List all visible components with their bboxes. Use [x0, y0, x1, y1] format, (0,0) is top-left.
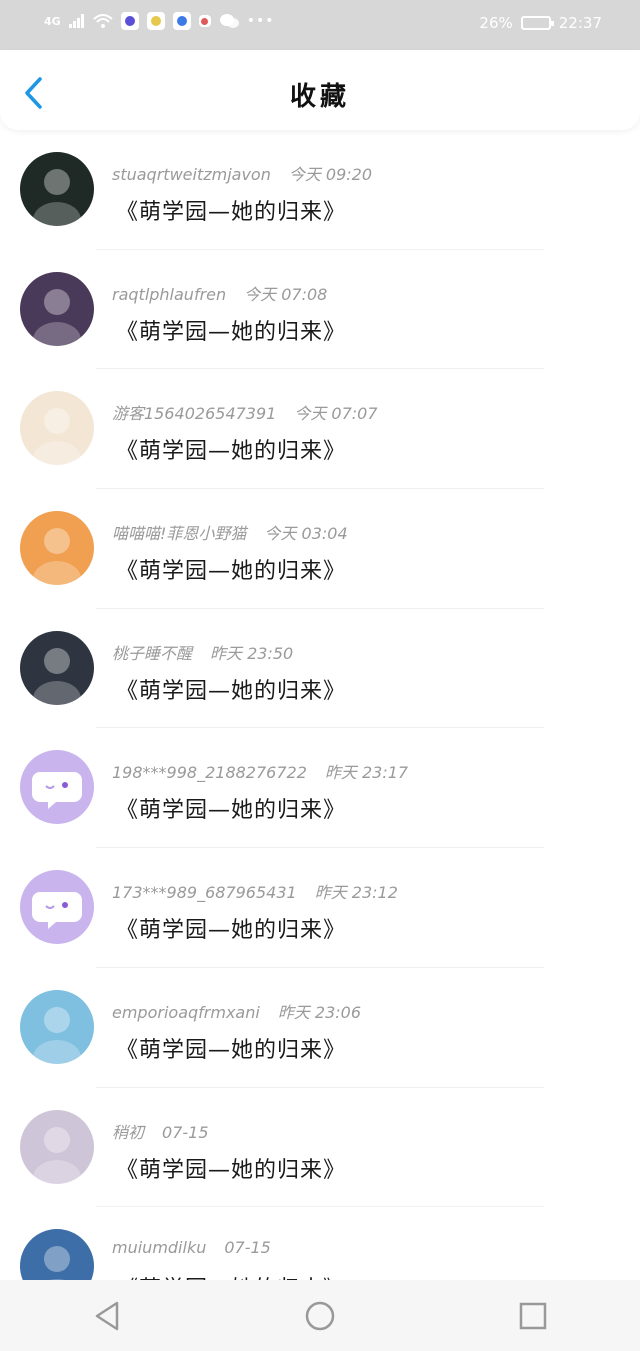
item-title[interactable]: 《萌学园—她的归来》	[116, 912, 346, 944]
avatar[interactable]	[20, 750, 94, 825]
back-nav-button[interactable]	[87, 1296, 127, 1336]
list-item[interactable]: 游客1564026547391 今天 07:07 《萌学园—她的归来》	[0, 369, 640, 490]
item-title[interactable]: 《萌学园—她的归来》	[116, 1271, 346, 1280]
username[interactable]: 173***989_687965431	[112, 883, 297, 902]
list-item[interactable]: 173***989_687965431 昨天 23:12 《萌学园—她的归来》	[0, 848, 640, 968]
item-meta: 198***998_2188276722 昨天 23:17	[112, 759, 408, 783]
list-item[interactable]: 喵喵喵!菲恩小野猫 今天 03:04 《萌学园—她的归来》	[0, 489, 640, 609]
favorites-list: stuaqrtweitzmjavon 今天 09:20 《萌学园—她的归来》 raqt…	[0, 130, 640, 1280]
app-icon	[198, 15, 211, 27]
clock: 22:37	[558, 14, 602, 32]
wechat-icon	[219, 14, 239, 28]
back-triangle-icon	[95, 1301, 118, 1330]
item-meta: 游客1564026547391 今天 07:07	[112, 400, 378, 424]
username[interactable]: 稍初	[112, 1123, 144, 1142]
timestamp: 07-15	[224, 1238, 271, 1258]
item-meta: 173***989_687965431 昨天 23:12	[112, 879, 398, 903]
home-nav-button[interactable]	[300, 1296, 340, 1336]
wifi-icon	[93, 14, 113, 28]
avatar[interactable]	[20, 870, 94, 945]
profile-photo-icon	[33, 288, 81, 346]
list-item[interactable]: muiumdilku 07-15 《萌学园—她的归来》	[0, 1207, 640, 1280]
username[interactable]: 桃子睡不醒	[112, 644, 192, 663]
timestamp: 昨天 23:17	[324, 763, 409, 783]
signal-icon	[68, 14, 84, 28]
item-title[interactable]: 《萌学园—她的归来》	[116, 1152, 346, 1184]
avatar[interactable]	[20, 989, 94, 1064]
battery-percent: 26%	[479, 14, 513, 32]
avatar[interactable]	[20, 1229, 94, 1280]
default-avatar-icon	[32, 772, 82, 810]
item-meta: stuaqrtweitzmjavon 今天 09:20	[112, 161, 372, 185]
status-right: 26% 22:37	[479, 14, 602, 32]
list-item[interactable]: 稍初 07-15 《萌学园—她的归来》	[0, 1088, 640, 1208]
timestamp: 今天 07:08	[244, 284, 328, 304]
item-meta: emporioaqfrmxani 昨天 23:06	[112, 999, 361, 1023]
username[interactable]: muiumdilku	[112, 1238, 206, 1257]
profile-photo-icon	[33, 1126, 81, 1184]
item-meta: 稍初 07-15	[112, 1119, 209, 1143]
network-label: 4G	[44, 14, 61, 28]
list-item[interactable]: 桃子睡不醒 昨天 23:50 《萌学园—她的归来》	[0, 609, 640, 729]
item-meta: 桃子睡不醒 昨天 23:50	[112, 640, 293, 664]
avatar[interactable]	[20, 152, 94, 226]
username[interactable]: 喵喵喵!菲恩小野猫	[112, 524, 246, 543]
avatar[interactable]	[20, 511, 94, 586]
item-title[interactable]: 《萌学园—她的归来》	[116, 1032, 346, 1064]
recents-nav-button[interactable]	[513, 1296, 553, 1336]
profile-photo-icon	[33, 169, 81, 226]
status-icons: 4G •••	[44, 12, 274, 30]
avatar[interactable]	[20, 271, 94, 346]
avatar[interactable]	[20, 391, 94, 466]
page-title: 收藏	[289, 82, 350, 112]
list-item[interactable]: raqtlphlaufren 今天 07:08 《萌学园—她的归来》	[0, 250, 640, 370]
username[interactable]: 游客1564026547391	[112, 404, 276, 423]
timestamp: 07-15	[162, 1122, 209, 1142]
timestamp: 昨天 23:12	[314, 883, 398, 903]
header: 收藏	[0, 50, 640, 130]
item-title[interactable]: 《萌学园—她的归来》	[116, 314, 346, 346]
item-meta: 喵喵喵!菲恩小野猫 今天 03:04	[112, 520, 348, 544]
profile-photo-icon	[33, 1006, 81, 1064]
avatar[interactable]	[20, 1109, 94, 1184]
system-navigation-bar	[0, 1280, 640, 1351]
battery-icon	[520, 16, 554, 30]
item-title[interactable]: 《萌学园—她的归来》	[116, 194, 346, 226]
home-circle-icon	[305, 1301, 335, 1330]
item-meta: raqtlphlaufren 今天 07:08	[112, 281, 327, 305]
timestamp: 昨天 23:06	[277, 1002, 362, 1022]
profile-photo-icon	[33, 528, 81, 586]
item-title[interactable]: 《萌学园—她的归来》	[116, 792, 346, 824]
profile-photo-icon	[33, 408, 81, 466]
timestamp: 今天 09:20	[288, 165, 373, 184]
username[interactable]: stuaqrtweitzmjavon	[112, 165, 271, 184]
more-icon: •••	[246, 13, 275, 29]
username[interactable]: 198***998_2188276722	[112, 763, 307, 782]
username[interactable]: raqtlphlaufren	[112, 285, 226, 304]
app-icon	[172, 12, 191, 30]
app-icon	[120, 12, 139, 30]
status-bar: 4G ••• 26% 22:37	[0, 0, 640, 50]
profile-photo-icon	[44, 1246, 70, 1280]
avatar[interactable]	[20, 630, 94, 705]
list-item[interactable]: 198***998_2188276722 昨天 23:17 《萌学园—她的归来》	[0, 728, 640, 849]
item-title[interactable]: 《萌学园—她的归来》	[116, 673, 346, 705]
app-icon	[146, 12, 165, 30]
recents-square-icon	[520, 1302, 547, 1329]
list-item[interactable]: emporioaqfrmxani 昨天 23:06 《萌学园—她的归来》	[0, 968, 640, 1088]
timestamp: 今天 03:04	[264, 524, 348, 544]
list-item[interactable]: stuaqrtweitzmjavon 今天 09:20 《萌学园—她的归来》	[0, 130, 640, 250]
item-title[interactable]: 《萌学园—她的归来》	[116, 553, 346, 585]
timestamp: 今天 07:07	[294, 404, 378, 424]
default-avatar-icon	[32, 892, 82, 930]
profile-photo-icon	[33, 647, 81, 705]
item-meta: muiumdilku 07-15	[112, 1238, 271, 1257]
username[interactable]: emporioaqfrmxani	[112, 1003, 260, 1022]
timestamp: 昨天 23:50	[210, 643, 294, 663]
item-title[interactable]: 《萌学园—她的归来》	[116, 433, 346, 465]
